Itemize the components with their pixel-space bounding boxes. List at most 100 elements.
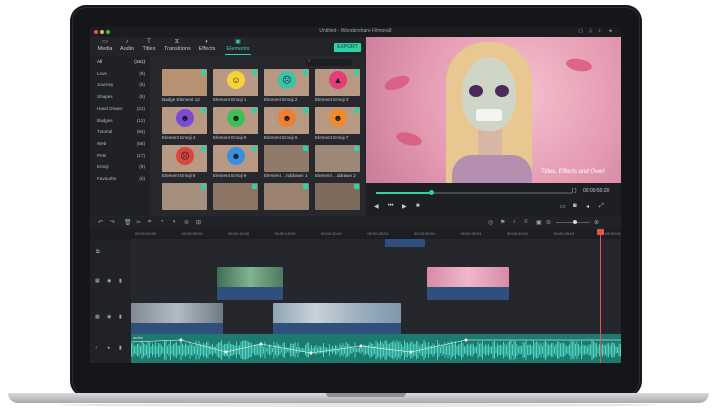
gift-icon[interactable]: ✦ [608,28,613,35]
play-icon[interactable]: ▶ [402,203,407,210]
keyframe-point[interactable] [224,350,228,354]
element-thumbnail[interactable] [213,183,258,210]
volume-icon[interactable]: ◂ [586,203,589,210]
timeline-ruler[interactable]: 00:00:00:00 00:00:05:00 00:00:10:00 00:00:1… [90,229,621,239]
sidebar-category[interactable]: Favourite (0) [97,174,147,184]
lock-icon[interactable]: ▮ [119,345,122,351]
audio-mixer-icon[interactable]: ≋ [184,219,189,226]
download-badge-icon[interactable] [354,184,359,189]
element-thumbnail[interactable]: ▲ [315,69,360,96]
download-badge-icon[interactable] [252,108,257,113]
cut-icon[interactable]: ✂ [136,219,141,226]
element-thumbnail[interactable]: ☻ [162,107,207,134]
split-screen-icon[interactable]: ⊞ [196,219,201,226]
eye-icon[interactable]: ◉ [107,314,111,320]
sidebar-category[interactable]: Hand Drawn (21) [97,104,147,114]
sidebar-category[interactable]: Tutorial (64) [97,127,147,137]
speed-icon[interactable]: ◔ [160,219,164,225]
notification-icon[interactable]: ♪ [598,28,601,34]
audio-clip[interactable]: audio [131,334,621,363]
download-badge-icon[interactable] [201,70,206,75]
step-back-icon[interactable]: ⏮ [388,203,393,210]
lock-icon[interactable]: ▮ [119,314,122,320]
rewind-icon[interactable]: ◀ [374,203,379,210]
download-badge-icon[interactable] [354,70,359,75]
sidebar-category[interactable]: Web (56) [97,139,147,149]
zoom-in-icon[interactable]: ⊕ [594,219,599,226]
crop-icon[interactable]: ⌗ [148,219,151,226]
stop-icon[interactable]: ■ [416,203,420,209]
playhead-handle[interactable] [597,229,604,235]
video-clip[interactable] [273,303,401,336]
speaker-icon[interactable]: ◂ [107,345,110,351]
keyframe-point[interactable] [179,338,183,342]
download-badge-icon[interactable] [354,146,359,151]
element-thumbnail[interactable] [264,183,309,210]
zoom-slider-handle[interactable] [572,220,577,224]
keyframe-point[interactable] [409,350,413,354]
add-track-icon[interactable]: ⧉ [96,249,100,255]
download-badge-icon[interactable] [303,108,308,113]
keyframe-point[interactable] [464,338,468,342]
user-icon[interactable]: ⚇ [578,28,583,35]
lock-icon[interactable]: ▮ [119,278,122,284]
keyframe-point[interactable] [259,342,263,346]
element-thumbnail[interactable]: ☺ [213,69,258,96]
element-thumbnail[interactable]: ☻ [213,145,258,172]
undo-icon[interactable]: ↶ [98,219,103,226]
video-clip[interactable] [217,267,283,300]
element-thumbnail[interactable] [162,183,207,210]
preview-scrubber[interactable] [376,190,572,195]
download-badge-icon[interactable] [303,184,308,189]
download-badge-icon[interactable] [201,108,206,113]
element-thumbnail[interactable] [315,145,360,172]
sidebar-category[interactable]: All (161) [97,57,147,67]
display-icon[interactable]: ▭ [560,203,566,210]
element-thumbnail[interactable]: ☹ [162,145,207,172]
tab-transitions[interactable]: ⧖ Transitions [164,38,191,55]
element-thumbnail[interactable] [162,69,207,96]
sidebar-category[interactable]: Shapes (6) [97,92,147,102]
redo-icon[interactable]: ↷ [110,219,115,226]
fullscreen-icon[interactable]: ⤢ [599,203,604,210]
voiceover-icon[interactable]: ≡ [524,219,528,225]
keyframe-point[interactable] [359,344,363,348]
element-thumbnail[interactable]: ☻ [213,107,258,134]
download-badge-icon[interactable] [303,70,308,75]
element-thumbnail[interactable] [315,183,360,210]
element-thumbnail[interactable]: ☻ [264,107,309,134]
download-badge-icon[interactable] [252,70,257,75]
download-badge-icon[interactable] [303,146,308,151]
sidebar-category[interactable]: Journey (6) [97,80,147,90]
download-badge-icon[interactable] [252,146,257,151]
zoom-out-icon[interactable]: ⊖ [546,219,551,226]
snapshot-icon[interactable]: ▣ [536,219,542,226]
element-thumbnail[interactable] [264,145,309,172]
snapshot-icon[interactable]: ◙ [573,203,577,209]
sidebar-category[interactable]: Love (9) [97,69,147,79]
video-clip[interactable] [427,267,509,300]
title-clip[interactable] [385,239,425,247]
microphone-icon[interactable]: ♁ [512,219,517,225]
export-button[interactable]: EXPORT [334,43,361,52]
sidebar-category[interactable]: Badges (12) [97,116,147,126]
tab-effects[interactable]: ◐ Effects [194,38,220,55]
sidebar-category[interactable]: Emoji (9) [97,162,147,172]
tab-elements[interactable]: ▣ Elements [225,38,251,55]
delete-icon[interactable]: 🗑 [124,219,132,226]
download-badge-icon[interactable] [201,184,206,189]
render-icon[interactable]: ◎ [488,219,493,226]
download-icon[interactable]: ⇩ [588,28,593,35]
element-thumbnail[interactable]: ☹ [264,69,309,96]
sidebar-category[interactable]: Pets (17) [97,151,147,161]
video-clip[interactable] [131,303,223,336]
eye-icon[interactable]: ◉ [107,278,111,284]
download-badge-icon[interactable] [252,184,257,189]
keyframe-point[interactable] [309,351,313,355]
color-icon[interactable]: ◑ [172,219,176,225]
download-badge-icon[interactable] [201,146,206,151]
tab-titles[interactable]: T Titles [136,38,162,55]
element-thumbnail[interactable]: ☻ [315,107,360,134]
search-input[interactable]: ⌕ [306,58,352,66]
scrubber-handle[interactable] [428,190,434,195]
